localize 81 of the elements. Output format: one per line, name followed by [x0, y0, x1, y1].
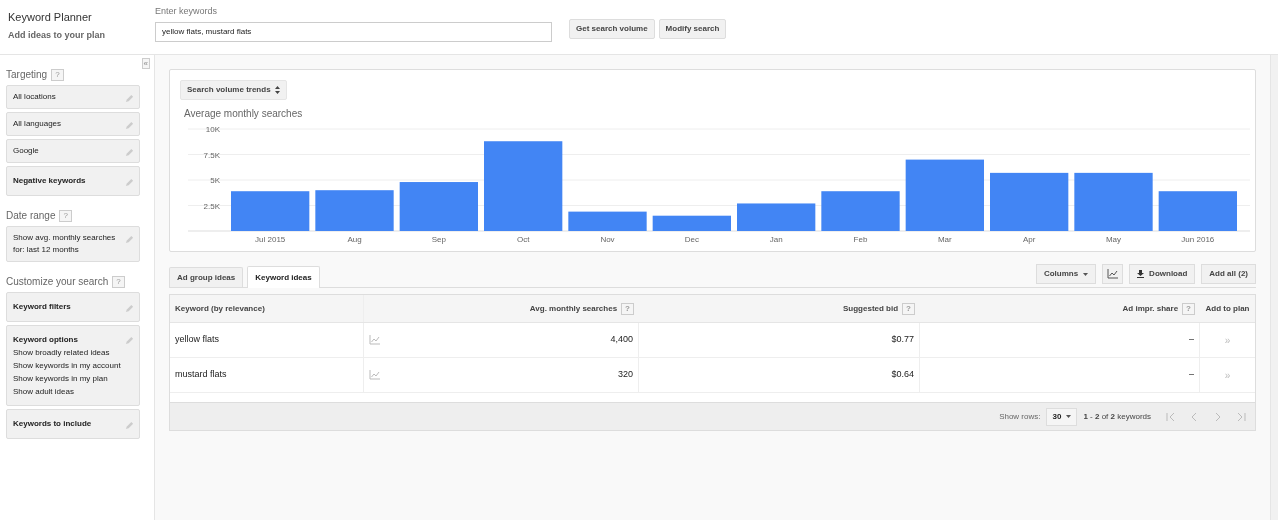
- axis-label: Jun 2016: [1181, 235, 1215, 244]
- line-chart-icon[interactable]: [1107, 269, 1119, 279]
- collapse-button[interactable]: «: [141, 58, 150, 69]
- download-button[interactable]: Download: [1129, 264, 1196, 284]
- caret-icon: [1066, 415, 1072, 418]
- section-title: Date range: [6, 209, 56, 223]
- field-label: Enter keywords: [155, 5, 219, 18]
- option-title: Keyword options: [13, 334, 79, 346]
- range-text: 1 - 2 of 2 keywords: [1083, 410, 1151, 423]
- search-button[interactable]: Modify search: [658, 19, 727, 39]
- share-cell: –: [1189, 368, 1194, 382]
- axis-label: Jul 2015: [255, 235, 286, 244]
- axis-label: 5K: [210, 176, 220, 185]
- axis-label: May: [1105, 235, 1122, 244]
- bid-cell: $0.64: [891, 368, 914, 382]
- sidebar-item[interactable]: All languages: [6, 112, 140, 136]
- first-page-icon[interactable]: [1165, 411, 1175, 422]
- searches-cell: 320: [617, 368, 633, 382]
- search-button[interactable]: Get search volume: [569, 19, 655, 39]
- pencil-icon[interactable]: [125, 235, 134, 244]
- column-header: Suggested bid: [843, 302, 899, 315]
- next-page-icon[interactable]: [1213, 411, 1223, 422]
- keywords-field[interactable]: yellow flats, mustard flats: [155, 21, 552, 42]
- axis-label: Apr: [1022, 235, 1036, 244]
- pencil-icon[interactable]: [125, 304, 134, 313]
- pencil-icon[interactable]: [125, 94, 134, 103]
- axis-label: 7.5K: [203, 150, 220, 160]
- add-all-button[interactable]: Add all (2): [1201, 264, 1256, 284]
- searches-cell: 4,400: [610, 333, 633, 347]
- pencil-icon[interactable]: [125, 148, 134, 157]
- sort-arrows-icon: [274, 86, 280, 94]
- download-icon: [1137, 270, 1145, 278]
- option-text: Show keywords in my account: [13, 360, 121, 372]
- scrollbar-track[interactable]: [1270, 55, 1278, 520]
- tab[interactable]: Ad group ideas: [169, 267, 244, 287]
- pencil-icon[interactable]: [125, 421, 134, 430]
- keyword-cell: yellow flats: [175, 333, 219, 347]
- column-header: Avg. monthly searches: [529, 302, 618, 315]
- axis-label: 2.5K: [203, 201, 220, 211]
- axis-label: Dec: [684, 235, 699, 244]
- caret-icon: [1083, 272, 1089, 276]
- option-text: Show keywords in my plan: [13, 373, 109, 385]
- sidebar-item[interactable]: All locations: [6, 85, 140, 109]
- column-header: Ad impr. share: [1122, 302, 1179, 315]
- share-cell: –: [1189, 333, 1194, 347]
- app-subtitle: Add ideas to your plan: [8, 28, 106, 42]
- option-text: Show broadly related ideas: [13, 347, 111, 359]
- columns-button[interactable]: Columns: [1035, 264, 1097, 284]
- axis-label: Oct: [516, 235, 530, 244]
- sidebar-item[interactable]: Keyword filters: [6, 292, 140, 322]
- axis-label: Sep: [431, 235, 446, 244]
- trend-dropdown[interactable]: Search volume trends: [180, 80, 287, 100]
- tab[interactable]: Keyword ideas: [247, 266, 320, 288]
- sidebar-item[interactable]: Keywords to include: [6, 409, 140, 439]
- column-header: Add to plan: [1205, 302, 1250, 315]
- pencil-icon[interactable]: [125, 121, 134, 130]
- last-page-icon[interactable]: [1237, 411, 1247, 422]
- axis-label: Aug: [347, 235, 362, 244]
- sidebar-item[interactable]: Negative keywords: [6, 166, 140, 196]
- bid-cell: $0.77: [891, 333, 914, 347]
- keyword-cell: mustard flats: [175, 368, 227, 382]
- sidebar-item[interactable]: Show avg. monthly searches for: last 12 months: [6, 226, 140, 262]
- section-title: Customize your search: [6, 275, 109, 289]
- pencil-icon[interactable]: [125, 336, 134, 345]
- axis-label: Nov: [600, 235, 615, 244]
- previous-page-icon[interactable]: [1189, 411, 1199, 422]
- sidebar-item[interactable]: Google: [6, 139, 140, 163]
- rows-dropdown[interactable]: 30: [1046, 407, 1078, 426]
- axis-label: Feb: [853, 235, 868, 244]
- chart-title: Average monthly searches: [184, 107, 304, 121]
- section-title: Targeting: [6, 68, 48, 82]
- pencil-icon[interactable]: [125, 178, 134, 187]
- axis-label: 10K: [205, 125, 220, 134]
- chart-button[interactable]: [1102, 264, 1124, 284]
- axis-label: Jan: [769, 235, 783, 244]
- app-title: Keyword Planner: [8, 10, 93, 25]
- sidebar-panel[interactable]: Keyword options Show broadly related ideas Show keywords in my account Show keywords in my plan Show adult ideas: [6, 325, 140, 406]
- axis-label: Mar: [937, 235, 952, 244]
- show-rows-label: Show rows:: [999, 410, 1041, 423]
- column-header: Keyword (by relevance): [175, 302, 265, 315]
- option-text: Show adult ideas: [13, 386, 75, 398]
